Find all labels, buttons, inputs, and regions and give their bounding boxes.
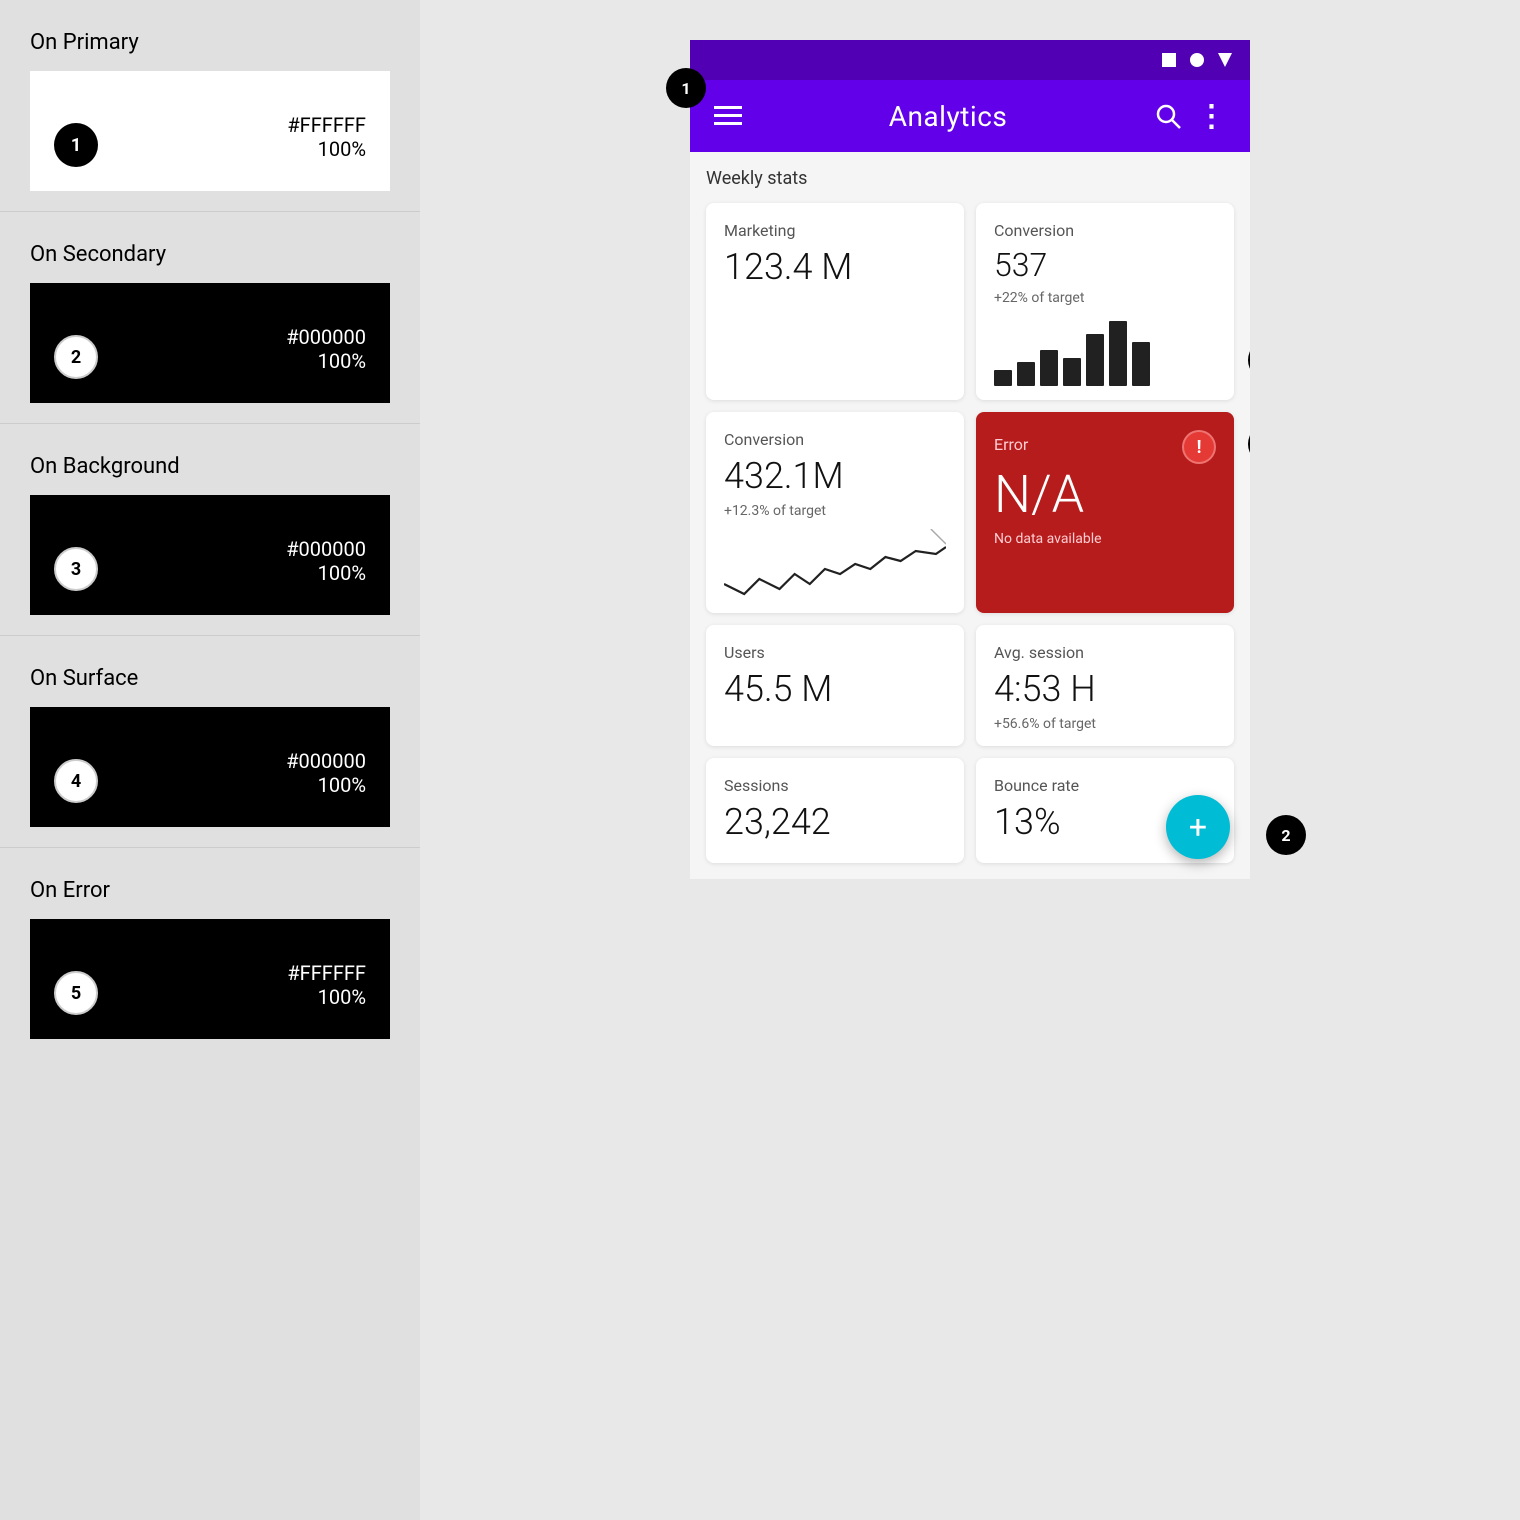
on-surface-section: On Surface 4 #000000 100% — [0, 636, 420, 847]
on-surface-opacity: 100% — [318, 773, 366, 797]
annotation-4: 4 — [1248, 340, 1250, 380]
on-background-opacity: 100% — [318, 561, 366, 585]
status-triangle-icon — [1216, 51, 1234, 69]
error-card: 5 Error ! N/A No data available — [976, 412, 1234, 613]
badge-4: 4 — [54, 759, 98, 803]
on-error-color-block: 5 #FFFFFF 100% — [30, 919, 390, 1039]
conversion-bar-value: 537 — [994, 246, 1216, 284]
bar-7 — [1132, 342, 1150, 386]
status-square-icon — [1160, 51, 1178, 69]
avg-session-card: Avg. session 4:53 H +56.6% of target — [976, 625, 1234, 746]
conversion-line-label: Conversion — [724, 430, 946, 449]
conversion-line-sub: +12.3% of target — [724, 503, 946, 519]
content-wrapper: 3 Weekly stats Marketing 123.4 M 4 Conve… — [690, 152, 1250, 879]
status-circle-icon — [1188, 51, 1206, 69]
marketing-label: Marketing — [724, 221, 946, 240]
on-primary-section: On Primary 1 #FFFFFF 100% — [0, 0, 420, 211]
users-label: Users — [724, 643, 946, 662]
badge-5: 5 — [54, 971, 98, 1015]
on-secondary-section: On Secondary 2 #000000 100% — [0, 212, 420, 423]
line-chart — [724, 529, 946, 599]
error-sub: No data available — [994, 531, 1216, 547]
cards-grid: Marketing 123.4 M 4 Conversion 537 +22% … — [706, 203, 1234, 863]
annotation-2: 2 — [1266, 815, 1306, 855]
error-card-header: Error ! — [994, 430, 1216, 464]
users-value: 45.5 M — [724, 668, 946, 710]
on-background-title: On Background — [30, 454, 390, 479]
app-bar: Analytics ⋮ — [690, 80, 1250, 152]
on-secondary-title: On Secondary — [30, 242, 390, 267]
on-primary-title: On Primary — [30, 30, 390, 55]
error-badge-icon: ! — [1182, 430, 1216, 464]
error-value: N/A — [994, 464, 1216, 525]
status-bar — [690, 40, 1250, 80]
annotation-1: 1 — [666, 68, 706, 108]
on-surface-color-block: 4 #000000 100% — [30, 707, 390, 827]
right-panel: 1 Analytics — [420, 0, 1520, 1520]
fab-button[interactable]: + — [1166, 795, 1230, 859]
search-button[interactable] — [1150, 98, 1186, 134]
bar-6 — [1109, 321, 1127, 386]
on-error-title: On Error — [30, 878, 390, 903]
on-background-section: On Background 3 #000000 100% — [0, 424, 420, 635]
users-card: Users 45.5 M — [706, 625, 964, 746]
conversion-line-value: 432.1M — [724, 455, 946, 497]
on-primary-color-block: 1 #FFFFFF 100% — [30, 71, 390, 191]
badge-2: 2 — [54, 335, 98, 379]
fab-icon: + — [1189, 808, 1207, 846]
bar-3 — [1040, 350, 1058, 386]
bar-5 — [1086, 334, 1104, 386]
avg-session-sub: +56.6% of target — [994, 716, 1216, 732]
on-error-section: On Error 5 #FFFFFF 100% — [0, 848, 420, 1059]
marketing-card: Marketing 123.4 M — [706, 203, 964, 400]
bar-chart — [994, 316, 1216, 386]
on-error-opacity: 100% — [318, 985, 366, 1009]
sessions-value: 23,242 — [724, 801, 946, 843]
on-secondary-opacity: 100% — [318, 349, 366, 373]
on-surface-hex: #000000 — [286, 749, 366, 773]
error-label: Error — [994, 435, 1028, 454]
on-secondary-hex: #000000 — [286, 325, 366, 349]
conversion-bar-sub: +22% of target — [994, 290, 1216, 306]
bar-2 — [1017, 362, 1035, 386]
bar-4 — [1063, 358, 1081, 386]
sessions-card: Sessions 23,242 — [706, 758, 964, 863]
app-title: Analytics — [746, 100, 1150, 133]
conversion-bar-label: Conversion — [994, 221, 1216, 240]
conversion-line-card: Conversion 432.1M +12.3% of target — [706, 412, 964, 613]
conversion-bar-card: 4 Conversion 537 +22% of target — [976, 203, 1234, 400]
on-background-color-block: 3 #000000 100% — [30, 495, 390, 615]
annotation-5: 5 — [1248, 424, 1250, 464]
sessions-label: Sessions — [724, 776, 946, 795]
bounce-rate-label: Bounce rate — [994, 776, 1216, 795]
weekly-stats-label: Weekly stats — [706, 168, 1234, 189]
on-surface-title: On Surface — [30, 666, 390, 691]
bar-1 — [994, 370, 1012, 386]
avg-session-label: Avg. session — [994, 643, 1216, 662]
menu-button[interactable] — [710, 98, 746, 134]
avg-session-value: 4:53 H — [994, 668, 1216, 710]
on-error-hex: #FFFFFF — [287, 961, 366, 985]
on-secondary-color-block: 2 #000000 100% — [30, 283, 390, 403]
on-primary-hex: #FFFFFF — [287, 113, 366, 137]
badge-3: 3 — [54, 547, 98, 591]
content-area: 3 Weekly stats Marketing 123.4 M 4 Conve… — [690, 152, 1250, 879]
on-background-hex: #000000 — [286, 537, 366, 561]
more-button[interactable]: ⋮ — [1194, 98, 1230, 134]
badge-1: 1 — [54, 123, 98, 167]
on-primary-opacity: 100% — [318, 137, 366, 161]
phone-mockup: 1 Analytics — [690, 40, 1250, 879]
left-panel: On Primary 1 #FFFFFF 100% On Secondary 2… — [0, 0, 420, 1520]
marketing-value: 123.4 M — [724, 246, 946, 288]
